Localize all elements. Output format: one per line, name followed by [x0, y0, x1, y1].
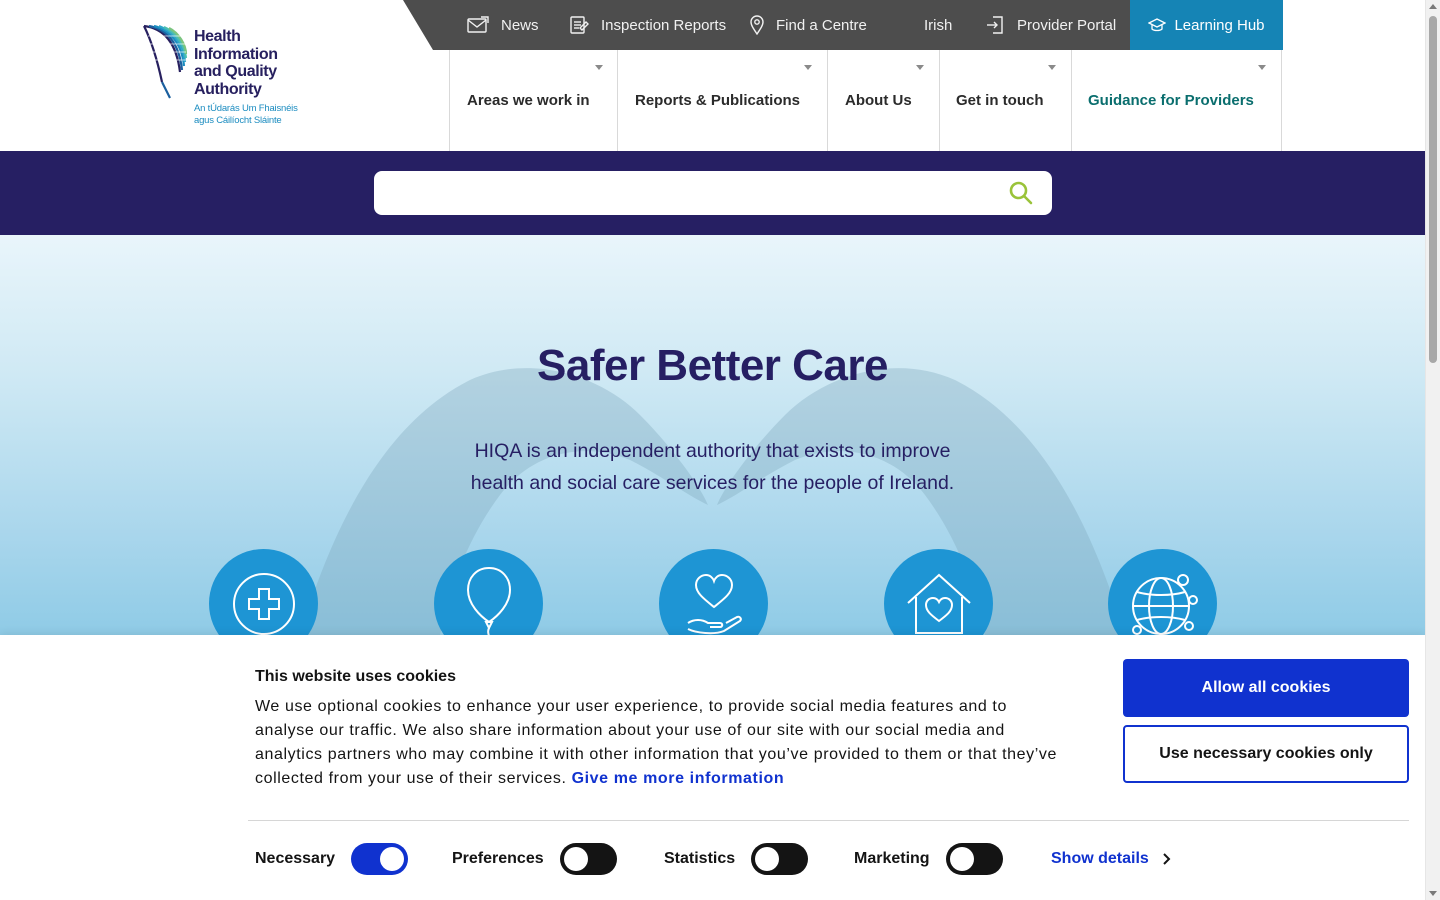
nav-divider	[1281, 50, 1282, 151]
chevron-down-icon	[595, 65, 603, 70]
medical-cross-icon	[232, 572, 295, 635]
hiqa-logo-mark-icon	[143, 24, 188, 99]
topbar-find-centre-link[interactable]: Find a Centre	[750, 0, 867, 50]
logo-wordmark: Health Information and Quality Authority	[194, 28, 278, 98]
toggle-necessary-group: Necessary	[255, 843, 409, 875]
toggle-knob	[563, 847, 588, 871]
logo-line: and Quality	[194, 63, 277, 80]
balloon-icon	[466, 566, 511, 635]
search-band	[0, 151, 1425, 235]
toggle-preferences-group: Preferences	[452, 843, 617, 875]
logo-irish-name: An tÚdarás Um Fhaisnéis agus Cáilíocht S…	[194, 103, 298, 126]
show-details-label: Show details	[1051, 850, 1149, 867]
hero-section: Safer Better Care HIQA is an independent…	[0, 235, 1425, 635]
login-icon	[987, 16, 1003, 34]
nav-label: Reports & Publications	[635, 92, 801, 109]
toggle-preferences-label: Preferences	[452, 850, 544, 867]
report-icon	[570, 16, 589, 34]
heart-in-hand-icon	[686, 573, 742, 634]
show-details-link[interactable]: Show details	[1051, 850, 1171, 868]
logo-irish-line: agus Cáilíocht Sláinte	[194, 114, 282, 126]
nav-label: Get in touch	[956, 92, 1044, 109]
site-header: Health Information and Quality Authority…	[0, 0, 1425, 151]
search-box	[374, 171, 1052, 215]
topbar-provider-portal-label: Provider Portal	[1017, 16, 1117, 34]
hiqa-logo[interactable]: Health Information and Quality Authority…	[142, 24, 302, 128]
allow-all-cookies-button[interactable]: Allow all cookies	[1123, 659, 1409, 717]
house-heart-icon	[906, 573, 971, 634]
chevron-down-icon	[1048, 65, 1056, 70]
toggle-knob	[755, 847, 780, 871]
nav-label: About Us	[845, 92, 912, 109]
logo-line: Information	[194, 45, 278, 63]
search-icon[interactable]	[1008, 180, 1034, 206]
chevron-down-icon	[804, 65, 812, 70]
chevron-down-icon	[1258, 65, 1266, 70]
necessary-cookies-only-button[interactable]: Use necessary cookies only	[1123, 725, 1409, 783]
nav-label: Areas we work in	[467, 92, 590, 109]
learning-hub-label: Learning Hub	[1174, 16, 1265, 34]
topbar-inspection-reports-link[interactable]: Inspection Reports	[569, 0, 726, 50]
logo-irish-line: An tÚdarás Um Fhaisnéis	[194, 103, 298, 114]
toggle-statistics-group: Statistics	[664, 843, 809, 875]
nav-about-us[interactable]: About Us	[827, 50, 939, 151]
hero-subtitle: HIQA is an independent authority that ex…	[470, 440, 955, 494]
globe-network-icon	[1131, 573, 1198, 635]
toggle-necessary-label: Necessary	[255, 850, 336, 867]
topbar-news-label: News	[501, 16, 539, 34]
cookie-title: This website uses cookies	[255, 668, 456, 685]
toggle-knob	[380, 847, 405, 871]
toggle-statistics-switch[interactable]	[751, 843, 809, 875]
nav-guidance-for-providers[interactable]: Guidance for Providers	[1071, 50, 1281, 151]
page-scrollbar[interactable]	[1425, 0, 1440, 900]
topbar-news-link[interactable]: News	[467, 0, 539, 50]
graduation-cap-icon	[1148, 18, 1167, 32]
nav-reports-publications[interactable]: Reports & Publications	[617, 50, 827, 151]
scroll-up-arrow-icon[interactable]	[1429, 4, 1437, 9]
chevron-down-icon	[916, 65, 924, 70]
nav-label: Guidance for Providers	[1088, 92, 1254, 109]
toggle-necessary-switch[interactable]	[351, 843, 409, 875]
scroll-down-arrow-icon[interactable]	[1429, 891, 1437, 896]
toggle-preferences-switch[interactable]	[559, 843, 617, 875]
toggle-statistics-label: Statistics	[664, 850, 736, 867]
cookie-description: We use optional cookies to enhance your …	[255, 695, 1065, 791]
cookie-divider	[248, 820, 1409, 821]
toggle-marketing-switch[interactable]	[945, 843, 1003, 875]
nav-areas-we-work-in[interactable]: Areas we work in	[449, 50, 618, 151]
toggle-knob	[949, 847, 974, 871]
logo-line: Health	[194, 28, 241, 45]
topbar-find-centre-label: Find a Centre	[776, 16, 867, 34]
location-pin-icon	[750, 15, 764, 35]
chevron-right-icon	[1163, 853, 1171, 865]
scrollbar-thumb[interactable]	[1429, 16, 1437, 363]
toggle-marketing-group: Marketing	[854, 843, 1003, 875]
hero-title: Safer Better Care	[537, 341, 889, 390]
search-input[interactable]	[388, 177, 988, 209]
toggle-marketing-label: Marketing	[854, 850, 930, 867]
topbar-learning-hub-link[interactable]: Learning Hub	[1130, 0, 1283, 50]
logo-line: Authority	[194, 80, 262, 98]
topbar-irish-link[interactable]: Irish	[924, 0, 952, 50]
topbar-provider-portal-link[interactable]: Provider Portal	[985, 0, 1116, 50]
give-more-information-link[interactable]: Give me more information	[572, 770, 785, 787]
envelope-icon	[467, 16, 489, 33]
nav-get-in-touch[interactable]: Get in touch	[939, 50, 1071, 151]
cookie-consent-banner: This website uses cookies We use optiona…	[0, 635, 1425, 900]
topbar-inspection-reports-label: Inspection Reports	[601, 16, 727, 34]
topbar-irish-label: Irish	[924, 16, 953, 34]
